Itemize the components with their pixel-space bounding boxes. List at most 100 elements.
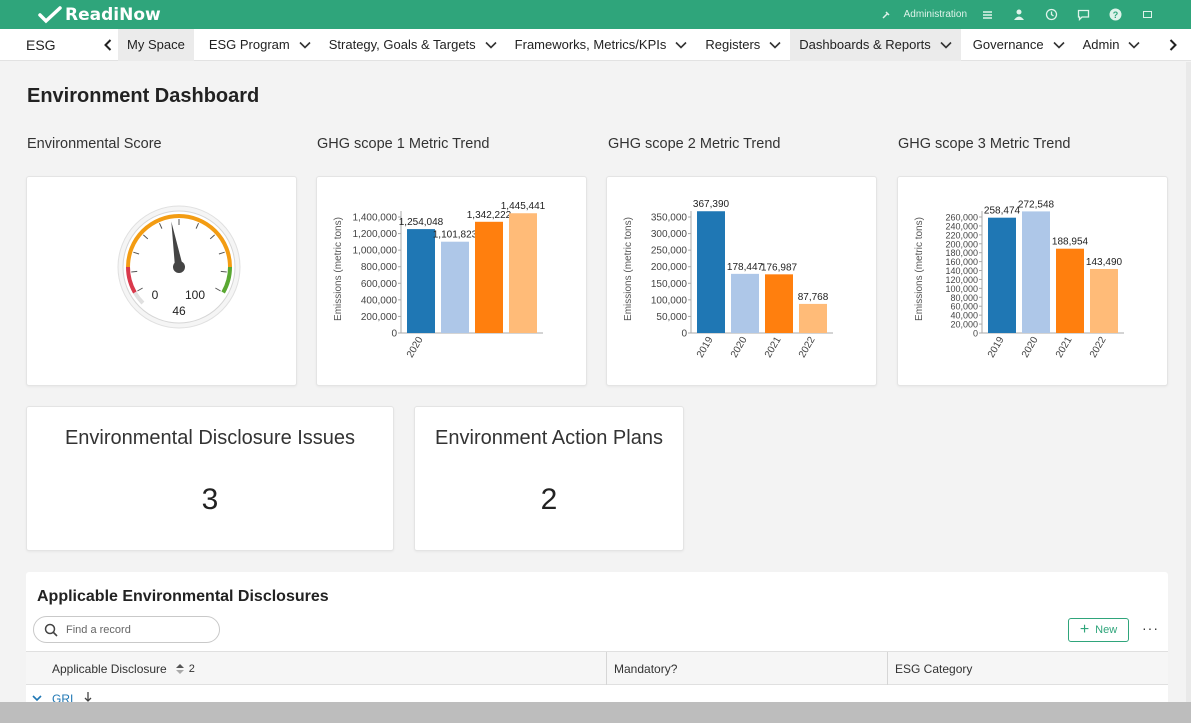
column-divider[interactable] [887, 652, 888, 685]
collapse-chevron-icon[interactable] [32, 695, 42, 702]
scope1-title: GHG scope 1 Metric Trend [317, 136, 490, 152]
gauge-max-label: 100 [185, 288, 205, 302]
x-tick-label: 2021 [763, 335, 784, 360]
nav-item-governance[interactable]: Governance [961, 29, 1074, 61]
search-icon [44, 623, 58, 637]
chevron-down-icon [299, 41, 311, 49]
bar [1022, 211, 1050, 333]
y-tick-label: 40,000 [950, 311, 978, 321]
kpi-title: Environment Action Plans [435, 427, 663, 449]
disclosure-issues-card[interactable]: Environmental Disclosure Issues 3 [26, 406, 394, 551]
nav-item-label: Admin [1082, 37, 1120, 52]
app-logo[interactable]: ReadiNow [38, 5, 161, 25]
nav-item-label: ESG Program [208, 37, 290, 52]
y-tick-label: 150,000 [651, 279, 688, 290]
y-tick-label: 800,000 [361, 262, 398, 273]
bar-value-label: 1,254,048 [399, 217, 444, 228]
nav-item-registers[interactable]: Registers [696, 29, 790, 61]
y-tick-label: 0 [973, 329, 978, 339]
chevron-down-icon [769, 41, 781, 49]
chevron-down-icon [675, 41, 687, 49]
chat-icon[interactable] [1075, 7, 1091, 23]
x-tick-label: 2019 [986, 335, 1007, 360]
y-axis-title: Emissions (metric tons) [333, 217, 344, 321]
table-header: Applicable Disclosure 2 Mandatory? ESG C… [26, 651, 1168, 685]
kpi-title: Environmental Disclosure Issues [64, 427, 356, 449]
bar-value-label: 87,768 [798, 292, 829, 303]
scope2-title: GHG scope 2 Metric Trend [608, 136, 781, 152]
svg-text:?: ? [1112, 10, 1118, 20]
bar-value-label: 1,101,823 [433, 230, 478, 241]
app-name: ESG [26, 36, 56, 53]
scope1-bar-chart: Emissions (metric tons) 0 200,000 400,000 60… [333, 201, 546, 360]
new-button-label: New [1095, 624, 1118, 636]
bar-value-label: 272,548 [1018, 199, 1055, 210]
y-tick-label: 120,000 [945, 275, 978, 285]
x-tick-label: 2022 [1088, 335, 1109, 360]
y-tick-label: 60,000 [950, 302, 978, 312]
scope3-bar-chart: Emissions (metric tons) 020,00040,00060,0… [914, 199, 1124, 360]
nav-item-frameworks[interactable]: Frameworks, Metrics/KPIs [506, 29, 697, 61]
expand-icon[interactable] [1139, 7, 1155, 23]
page-scrollbar[interactable] [1186, 62, 1191, 702]
column-mandatory[interactable]: Mandatory? [614, 652, 677, 685]
scope3-title: GHG scope 3 Metric Trend [898, 136, 1071, 152]
nav-scroll-left-icon[interactable] [98, 38, 118, 51]
kpi-value: 3 [201, 483, 219, 516]
bar-value-label: 143,490 [1086, 257, 1123, 268]
bar-value-label: 178,447 [727, 262, 764, 273]
bar [765, 274, 793, 333]
nav-item-esg-program[interactable]: ESG Program [200, 29, 320, 61]
nav-item-label: Registers [705, 37, 761, 52]
nav-item-admin[interactable]: Admin [1074, 29, 1150, 61]
administration-link[interactable]: Administration [904, 9, 967, 20]
user-icon[interactable] [1011, 7, 1027, 23]
environmental-score-title: Environmental Score [27, 136, 162, 152]
top-app-bar: ReadiNow Administration ? [0, 0, 1191, 29]
y-axis-title: Emissions (metric tons) [623, 217, 634, 321]
history-icon[interactable] [1043, 7, 1059, 23]
sort-down-icon [84, 692, 92, 702]
chevron-down-icon [1128, 41, 1141, 49]
sort-icon[interactable] [175, 663, 185, 675]
nav-item-strategy[interactable]: Strategy, Goals & Targets [320, 29, 506, 61]
y-tick-label: 250,000 [651, 246, 688, 257]
nav-item-label: Governance [972, 37, 1044, 52]
scope3-chart-card: Emissions (metric tons) 0 20,000 40,000 60,0… [897, 176, 1168, 386]
y-tick-label: 50,000 [656, 312, 687, 323]
column-applicable-disclosure[interactable]: Applicable Disclosure 2 [52, 652, 195, 685]
bar-value-label: 176,987 [761, 262, 798, 273]
y-tick-label: 1,000,000 [353, 246, 398, 257]
nav-item-label: Dashboards & Reports [799, 37, 931, 52]
search-input[interactable] [66, 623, 206, 636]
y-tick-label: 300,000 [651, 229, 688, 240]
chevron-down-icon [1053, 41, 1065, 49]
bar [509, 213, 537, 333]
nav-item-my-space[interactable]: My Space [118, 28, 194, 61]
scope2-chart-card: Emissions (metric tons) 0 50,000 100,000 150… [606, 176, 877, 386]
environmental-score-card: 0 100 46 [26, 176, 297, 386]
bar [799, 303, 827, 333]
menu-icon[interactable] [979, 7, 995, 23]
wrench-icon[interactable] [878, 7, 894, 23]
bar [988, 217, 1016, 333]
bar [407, 229, 435, 333]
help-icon[interactable]: ? [1107, 7, 1123, 23]
more-options-icon[interactable]: ··· [1142, 620, 1159, 636]
y-tick-label: 200,000 [651, 262, 688, 273]
main-nav: ESG My Space ESG Program Strategy, Goals… [0, 28, 1191, 61]
chevron-down-icon [940, 41, 952, 49]
nav-item-dashboards[interactable]: Dashboards & Reports [790, 28, 961, 61]
column-divider[interactable] [606, 652, 607, 685]
bar [1090, 268, 1118, 333]
y-tick-label: 80,000 [950, 293, 978, 303]
y-tick-label: 200,000 [361, 312, 398, 323]
column-esg-category[interactable]: ESG Category [895, 652, 972, 685]
nav-scroll-right-icon[interactable] [1163, 38, 1183, 51]
new-record-button[interactable]: + New [1068, 618, 1129, 642]
action-plans-card[interactable]: Environment Action Plans 2 [414, 406, 684, 551]
search-field[interactable] [33, 616, 220, 643]
bar-value-label: 367,390 [693, 199, 730, 210]
y-tick-label: 100,000 [651, 295, 688, 306]
bar [475, 221, 503, 333]
